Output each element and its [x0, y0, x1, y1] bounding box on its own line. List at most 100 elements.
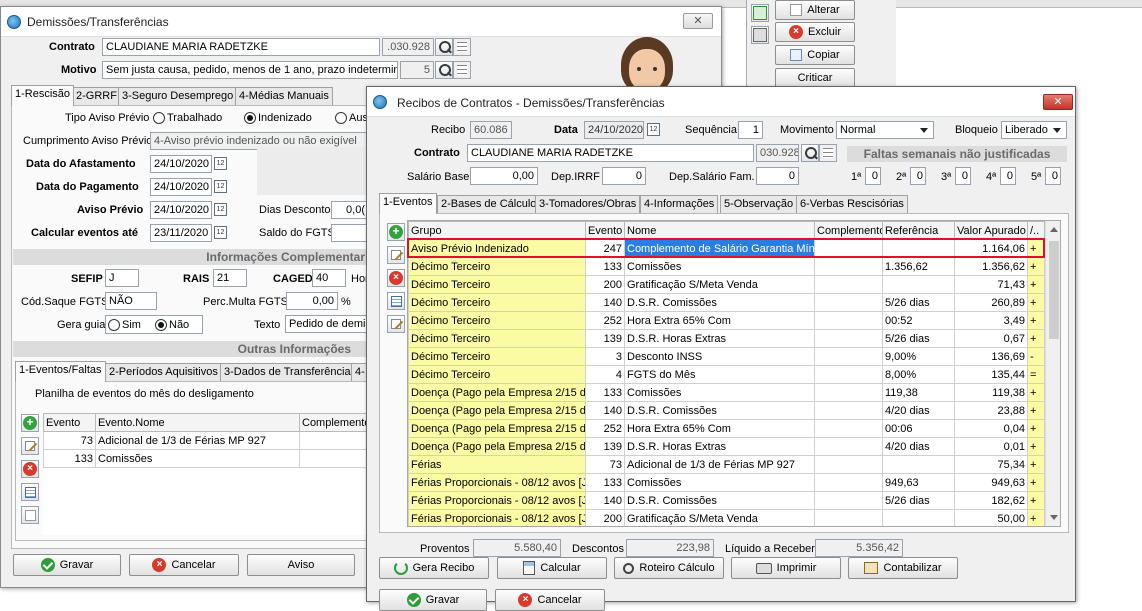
liquido-field[interactable]: 5.356,42: [815, 539, 903, 557]
col-nome[interactable]: Nome: [624, 221, 815, 240]
falta-1-field[interactable]: 0: [865, 167, 881, 185]
col-sinal[interactable]: /..: [1027, 221, 1045, 240]
vertical-scrollbar[interactable]: [1045, 221, 1060, 526]
radio-nao[interactable]: [155, 319, 167, 331]
dep-irrf-field[interactable]: 0: [602, 167, 646, 185]
table-row[interactable]: Aviso Prévio Indenizado 247 Complemento de…: [408, 239, 1045, 258]
radio-sim[interactable]: [108, 319, 120, 331]
motivo-field[interactable]: Sem justa causa, pedido, menos de 1 ano,…: [102, 61, 398, 79]
col-evento[interactable]: Evento: [585, 221, 625, 240]
scroll-thumb[interactable]: [1049, 241, 1059, 339]
table-row[interactable]: Décimo Terceiro 3 Desconto INSS 9,00% 136,69…: [408, 347, 1045, 366]
tab-verbas-rescisorias[interactable]: 6-Verbas Rescisórias: [796, 195, 908, 213]
close-button[interactable]: ✕: [1043, 94, 1073, 110]
scroll-down-arrow[interactable]: [1050, 515, 1058, 520]
edit-event-button[interactable]: [21, 437, 39, 455]
contrato-field[interactable]: CLAUDIANE MARIA RADETZKE: [467, 144, 754, 162]
dias-desconto-field[interactable]: 0,0(: [331, 201, 369, 219]
col-evento-nome[interactable]: Evento.Nome: [95, 413, 300, 432]
falta-5-field[interactable]: 0: [1045, 167, 1061, 185]
bloqueio-select[interactable]: Liberado: [1001, 121, 1067, 139]
table-row[interactable]: Doença (Pago pela Empresa 2/15 dia 140 D.S…: [408, 401, 1045, 420]
calendar-icon[interactable]: 12: [214, 226, 227, 239]
excluir-button[interactable]: × Excluir: [775, 22, 855, 42]
dep-salario-field[interactable]: 0: [756, 167, 799, 185]
tab-eventos-faltas[interactable]: 1-Eventos/Faltas: [15, 361, 106, 382]
tab-bases-calculo[interactable]: 2-Bases de Cálculo: [437, 195, 541, 213]
calendar-icon[interactable]: 12: [214, 203, 227, 216]
gera-recibo-button[interactable]: Gera Recibo: [379, 557, 489, 579]
grid-event-button[interactable]: [387, 292, 405, 310]
table-row[interactable]: Décimo Terceiro 139 D.S.R. Horas Extras 5/2…: [408, 329, 1045, 348]
texto-field[interactable]: Pedido de demiss: [285, 315, 369, 333]
descontos-field[interactable]: 223,98: [626, 539, 714, 557]
table-row[interactable]: Décimo Terceiro 252 Hora Extra 65% Com 00:5…: [408, 311, 1045, 330]
refresh-button[interactable]: [751, 4, 769, 22]
tab-medias-manuais[interactable]: 4-Médias Manuais: [235, 87, 333, 105]
contrato-lookup[interactable]: [801, 144, 837, 162]
contabilizar-button[interactable]: Contabilizar: [848, 557, 958, 579]
tab-tomadores-obras[interactable]: 3-Tomadores/Obras: [535, 195, 641, 213]
cancelar-button[interactable]: × Cancelar: [495, 589, 605, 611]
contrato-code-field[interactable]: 030.928: [756, 144, 799, 162]
table-row[interactable]: Férias Proporcionais - 08/12 avos [J 200 G…: [408, 509, 1045, 526]
tab-eventos[interactable]: 1-Eventos: [379, 193, 437, 214]
cancelar-button[interactable]: × Cancelar: [129, 554, 239, 576]
col-complemento[interactable]: Complemento: [299, 413, 371, 432]
alterar-button[interactable]: Alterar: [775, 0, 855, 20]
data-pagamento-field[interactable]: 24/10/2020: [150, 178, 212, 196]
gravar-button[interactable]: Gravar: [13, 554, 121, 576]
copiar-button[interactable]: Copiar: [775, 45, 855, 65]
table-row[interactable]: Doença (Pago pela Empresa 2/15 dia 252 Hor…: [408, 419, 1045, 438]
table-row[interactable]: Décimo Terceiro 4 FGTS do Mês 8,00% 135,44 =: [408, 365, 1045, 384]
table-row[interactable]: Décimo Terceiro 133 Comissões 1.356,62 1.356…: [408, 257, 1045, 276]
table-row[interactable]: 133 Comissões: [43, 449, 371, 468]
movimento-select[interactable]: Normal: [836, 121, 934, 139]
edit-event-button[interactable]: [387, 246, 405, 264]
tab-periodos-aquisitivos[interactable]: 2-Períodos Aquisitivos: [105, 363, 222, 381]
tab-grrf[interactable]: 2-GRRF: [72, 87, 121, 105]
data-field[interactable]: 24/10/2020: [584, 121, 644, 139]
col-valor-apurado[interactable]: Valor Apurado: [954, 221, 1028, 240]
tab-informacoes[interactable]: 4-Informações: [640, 195, 719, 213]
calendar-icon[interactable]: 12: [214, 157, 227, 170]
tab-seguro-desemprego[interactable]: 3-Seguro Desemprego: [118, 87, 238, 105]
col-evento[interactable]: Evento: [43, 413, 96, 432]
motivo-lookup[interactable]: [435, 61, 471, 79]
edit-grid-button[interactable]: [387, 315, 405, 333]
gravar-button[interactable]: Gravar: [379, 589, 487, 611]
sefip-field[interactable]: J: [105, 269, 139, 287]
calcular-button[interactable]: Calcular: [497, 557, 607, 579]
aviso-previo-field[interactable]: 24/10/2020: [150, 201, 212, 219]
sequencia-field[interactable]: 1: [738, 121, 763, 139]
recibo-field[interactable]: 60.086: [470, 121, 512, 139]
col-complemento[interactable]: Complemento: [814, 221, 883, 240]
calendar-icon[interactable]: 12: [214, 180, 227, 193]
proventos-field[interactable]: 5.580,40: [473, 539, 561, 557]
delete-event-button[interactable]: ×: [21, 460, 39, 478]
salario-base-field[interactable]: 0,00: [470, 167, 538, 185]
saldo-fgts-field[interactable]: [331, 224, 369, 242]
radio-aus[interactable]: [335, 112, 347, 124]
imprimir-button[interactable]: Imprimir: [731, 557, 841, 579]
table-row[interactable]: 73 Adicional de 1/3 de Férias MP 927: [43, 431, 371, 450]
motivo-code-field[interactable]: 5: [400, 61, 434, 79]
contrato-field[interactable]: CLAUDIANE MARIA RADETZKE: [102, 38, 380, 56]
table-row[interactable]: Férias Proporcionais - 08/12 avos [J 140 D…: [408, 491, 1045, 510]
criticar-button[interactable]: Criticar: [775, 68, 855, 88]
print-small-button[interactable]: [751, 26, 769, 44]
table-row[interactable]: Férias 73 Adicional de 1/3 de Férias MP 92…: [408, 455, 1045, 474]
table-row[interactable]: Férias Proporcionais - 08/12 avos [J 133 C…: [408, 473, 1045, 492]
table-row[interactable]: Décimo Terceiro 200 Gratificação S/Meta Ve…: [408, 275, 1045, 294]
rais-field[interactable]: 21: [213, 269, 247, 287]
cod-saque-field[interactable]: NÃO: [105, 292, 157, 310]
falta-2-field[interactable]: 0: [910, 167, 926, 185]
tab-observacao[interactable]: 5-Observação: [720, 195, 798, 213]
grid-event-button[interactable]: [21, 483, 39, 501]
col-grupo[interactable]: Grupo: [408, 221, 586, 240]
data-afastamento-field[interactable]: 24/10/2020: [150, 155, 212, 173]
blank-event-button[interactable]: [21, 506, 39, 524]
perc-multa-field[interactable]: 0,00: [286, 292, 338, 310]
table-row[interactable]: Doença (Pago pela Empresa 2/15 dia 133 Com…: [408, 383, 1045, 402]
table-row[interactable]: Doença (Pago pela Empresa 2/15 dia 139 D.S…: [408, 437, 1045, 456]
